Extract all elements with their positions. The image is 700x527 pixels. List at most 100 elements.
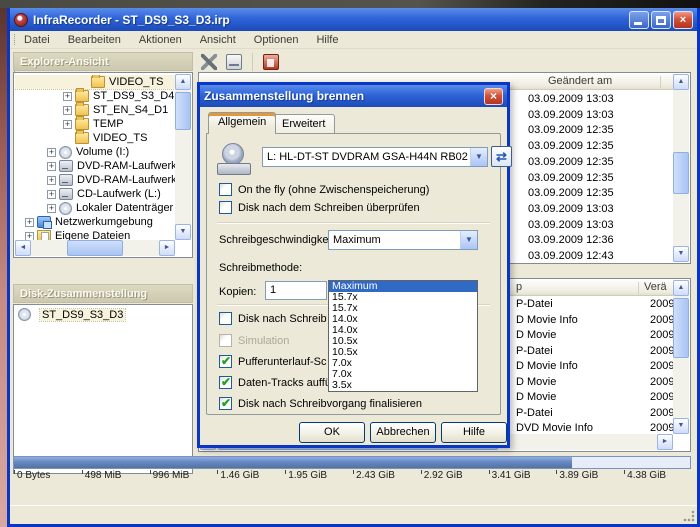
background-window-strip xyxy=(0,0,700,8)
tools-button[interactable] xyxy=(198,51,220,73)
devices-button[interactable] xyxy=(223,51,245,73)
scroll-right-icon[interactable]: ► xyxy=(159,240,175,256)
scroll-thumb[interactable] xyxy=(673,298,689,358)
exit-button[interactable] xyxy=(260,51,282,73)
chevron-down-icon[interactable]: ▼ xyxy=(470,148,487,166)
scroll-down-icon[interactable]: ▼ xyxy=(673,418,689,434)
checkbox-box[interactable] xyxy=(219,312,232,325)
expand-icon[interactable]: + xyxy=(25,218,34,227)
checkbox-box[interactable]: ✔ xyxy=(219,376,232,389)
tree-item[interactable]: +DVD-RAM-Laufwerk ( xyxy=(15,173,175,187)
compilation-vertical-scrollbar[interactable]: ▲ ▼ xyxy=(673,280,689,434)
checkbox-buffer-underrun[interactable]: ✔ Pufferunterlauf-Schut xyxy=(219,355,327,368)
menu-bearbeiten[interactable]: Bearbeiten xyxy=(68,34,121,46)
scroll-thumb[interactable] xyxy=(673,152,689,194)
drive-select[interactable]: L: HL-DT-ST DVDRAM GSA-H44N RB02 ▼ xyxy=(262,147,488,167)
scroll-right-icon[interactable]: ► xyxy=(657,434,673,450)
menu-hilfe[interactable]: Hilfe xyxy=(316,34,338,46)
menu-ansicht[interactable]: Ansicht xyxy=(200,34,236,46)
dialog-close-button[interactable]: × xyxy=(484,88,503,105)
tab-allgemein[interactable]: Allgemein xyxy=(208,112,276,134)
method-label: Schreibmethode: xyxy=(219,262,302,274)
rescan-drives-button[interactable]: ⇄ xyxy=(491,146,512,167)
expand-icon[interactable]: + xyxy=(63,92,72,101)
menu-optionen[interactable]: Optionen xyxy=(254,34,299,46)
tree-item[interactable]: +Volume (I:) xyxy=(15,145,175,159)
scroll-thumb[interactable] xyxy=(67,240,123,256)
burn-compilation-dialog: Zusammenstellung brennen × Allgemein Erw… xyxy=(197,82,510,448)
close-button[interactable]: × xyxy=(673,11,693,29)
speed-select-value: Maximum xyxy=(329,234,460,246)
tree-item[interactable]: +TEMP xyxy=(15,117,175,131)
tree-vertical-scrollbar[interactable]: ▲ ▼ xyxy=(175,74,191,240)
scroll-up-icon[interactable]: ▲ xyxy=(673,74,689,90)
chevron-down-icon[interactable]: ▼ xyxy=(460,231,477,249)
checkbox-verify-disc[interactable]: Disk nach dem Schreiben überprüfen xyxy=(219,201,420,214)
cancel-button[interactable]: Abbrechen xyxy=(370,422,436,443)
tree-item[interactable]: +DVD-RAM-Laufwerk ( xyxy=(15,159,175,173)
column-geaendert-am[interactable]: Geändert am xyxy=(548,75,612,87)
file-list-vertical-scrollbar[interactable]: ▲ ▼ xyxy=(673,74,689,262)
checkbox-box[interactable] xyxy=(219,201,232,214)
checkbox-box[interactable] xyxy=(219,334,232,347)
tree-item[interactable]: +Lokaler Datenträger xyxy=(15,201,175,215)
tree-item[interactable]: VIDEO_TS xyxy=(15,75,175,89)
scroll-left-icon[interactable]: ◄ xyxy=(15,240,31,256)
checkbox-eject-after-write[interactable]: Disk nach Schreibvorg xyxy=(219,312,327,325)
scroll-down-icon[interactable]: ▼ xyxy=(673,246,689,262)
menu-datei[interactable]: Datei xyxy=(24,34,50,46)
checkbox-on-the-fly[interactable]: On the fly (ohne Zwischenspeicherung) xyxy=(219,183,429,196)
checkbox-finalize-disc[interactable]: ✔ Disk nach Schreibvorgang finalisieren xyxy=(219,397,422,410)
expand-icon[interactable]: + xyxy=(25,232,34,241)
checkbox-box[interactable]: ✔ xyxy=(219,355,232,368)
help-button[interactable]: Hilfe xyxy=(441,422,507,443)
capacity-fill xyxy=(14,457,572,468)
separator xyxy=(217,222,490,224)
tree-item[interactable]: +CD-Laufwerk (L:) xyxy=(15,187,175,201)
tree-item[interactable]: +Netzwerkumgebung xyxy=(15,215,175,229)
compilation-root-item[interactable]: ST_DS9_S3_D3 xyxy=(14,305,192,324)
expand-icon[interactable]: + xyxy=(63,120,72,129)
speed-select[interactable]: Maximum ▼ xyxy=(328,230,478,250)
tree-item[interactable]: +ST_DS9_S3_D4 xyxy=(15,89,175,103)
checkbox-box[interactable]: ✔ xyxy=(219,397,232,410)
dialog-titlebar[interactable]: Zusammenstellung brennen × xyxy=(200,85,507,107)
scroll-down-icon[interactable]: ▼ xyxy=(175,224,191,240)
speed-option[interactable]: 3.5x xyxy=(329,380,477,391)
expand-icon[interactable]: + xyxy=(47,176,56,185)
scroll-thumb[interactable] xyxy=(175,92,191,130)
expand-icon[interactable]: + xyxy=(47,148,56,157)
expand-icon[interactable]: + xyxy=(47,204,56,213)
expand-icon[interactable]: + xyxy=(63,106,72,115)
checkbox-box[interactable] xyxy=(219,183,232,196)
speed-dropdown-list: Maximum 15.7x 15.7x 14.0x 14.0x 10.5x 10… xyxy=(328,280,478,392)
tree-item[interactable]: +Eigene Dateien xyxy=(15,229,175,240)
copies-stepper[interactable]: 1 xyxy=(265,281,327,300)
menu-bar: Datei Bearbeiten Aktionen Ansicht Option… xyxy=(10,31,697,49)
tree-item[interactable]: VIDEO_TS xyxy=(15,131,175,145)
ok-button[interactable]: OK xyxy=(299,422,365,443)
tree-horizontal-scrollbar[interactable]: ◄ ► xyxy=(15,240,175,256)
speed-label: Schreibgeschwindigkeit: xyxy=(219,234,337,246)
tree-item[interactable]: +ST_EN_S4_D1 xyxy=(15,103,175,117)
maximize-button[interactable] xyxy=(651,11,671,29)
minimize-button[interactable] xyxy=(629,11,649,29)
column-divider[interactable] xyxy=(638,282,639,294)
menu-aktionen[interactable]: Aktionen xyxy=(139,34,182,46)
column-divider[interactable] xyxy=(660,76,661,88)
scroll-up-icon[interactable]: ▲ xyxy=(673,280,689,296)
window-titlebar[interactable]: InfraRecorder - ST_DS9_S3_D3.irp × xyxy=(10,8,697,31)
expand-icon[interactable]: + xyxy=(47,162,56,171)
checkbox-simulation[interactable]: Simulation xyxy=(219,334,289,347)
folder-icon xyxy=(75,104,89,116)
resize-grip[interactable] xyxy=(683,510,695,522)
expand-icon[interactable]: + xyxy=(47,190,56,199)
disk-panel-header: Disk-Zusammenstellung xyxy=(13,284,193,303)
folder-icon xyxy=(75,132,89,144)
column-typ-fragment[interactable]: p xyxy=(516,281,522,293)
scroll-up-icon[interactable]: ▲ xyxy=(175,74,191,90)
disk-compilation-list: ST_DS9_S3_D3 xyxy=(13,304,193,474)
tab-erweitert[interactable]: Erweitert xyxy=(272,114,335,134)
column-veraendert-fragment[interactable]: Verä xyxy=(644,281,667,293)
disc-icon xyxy=(59,146,72,159)
